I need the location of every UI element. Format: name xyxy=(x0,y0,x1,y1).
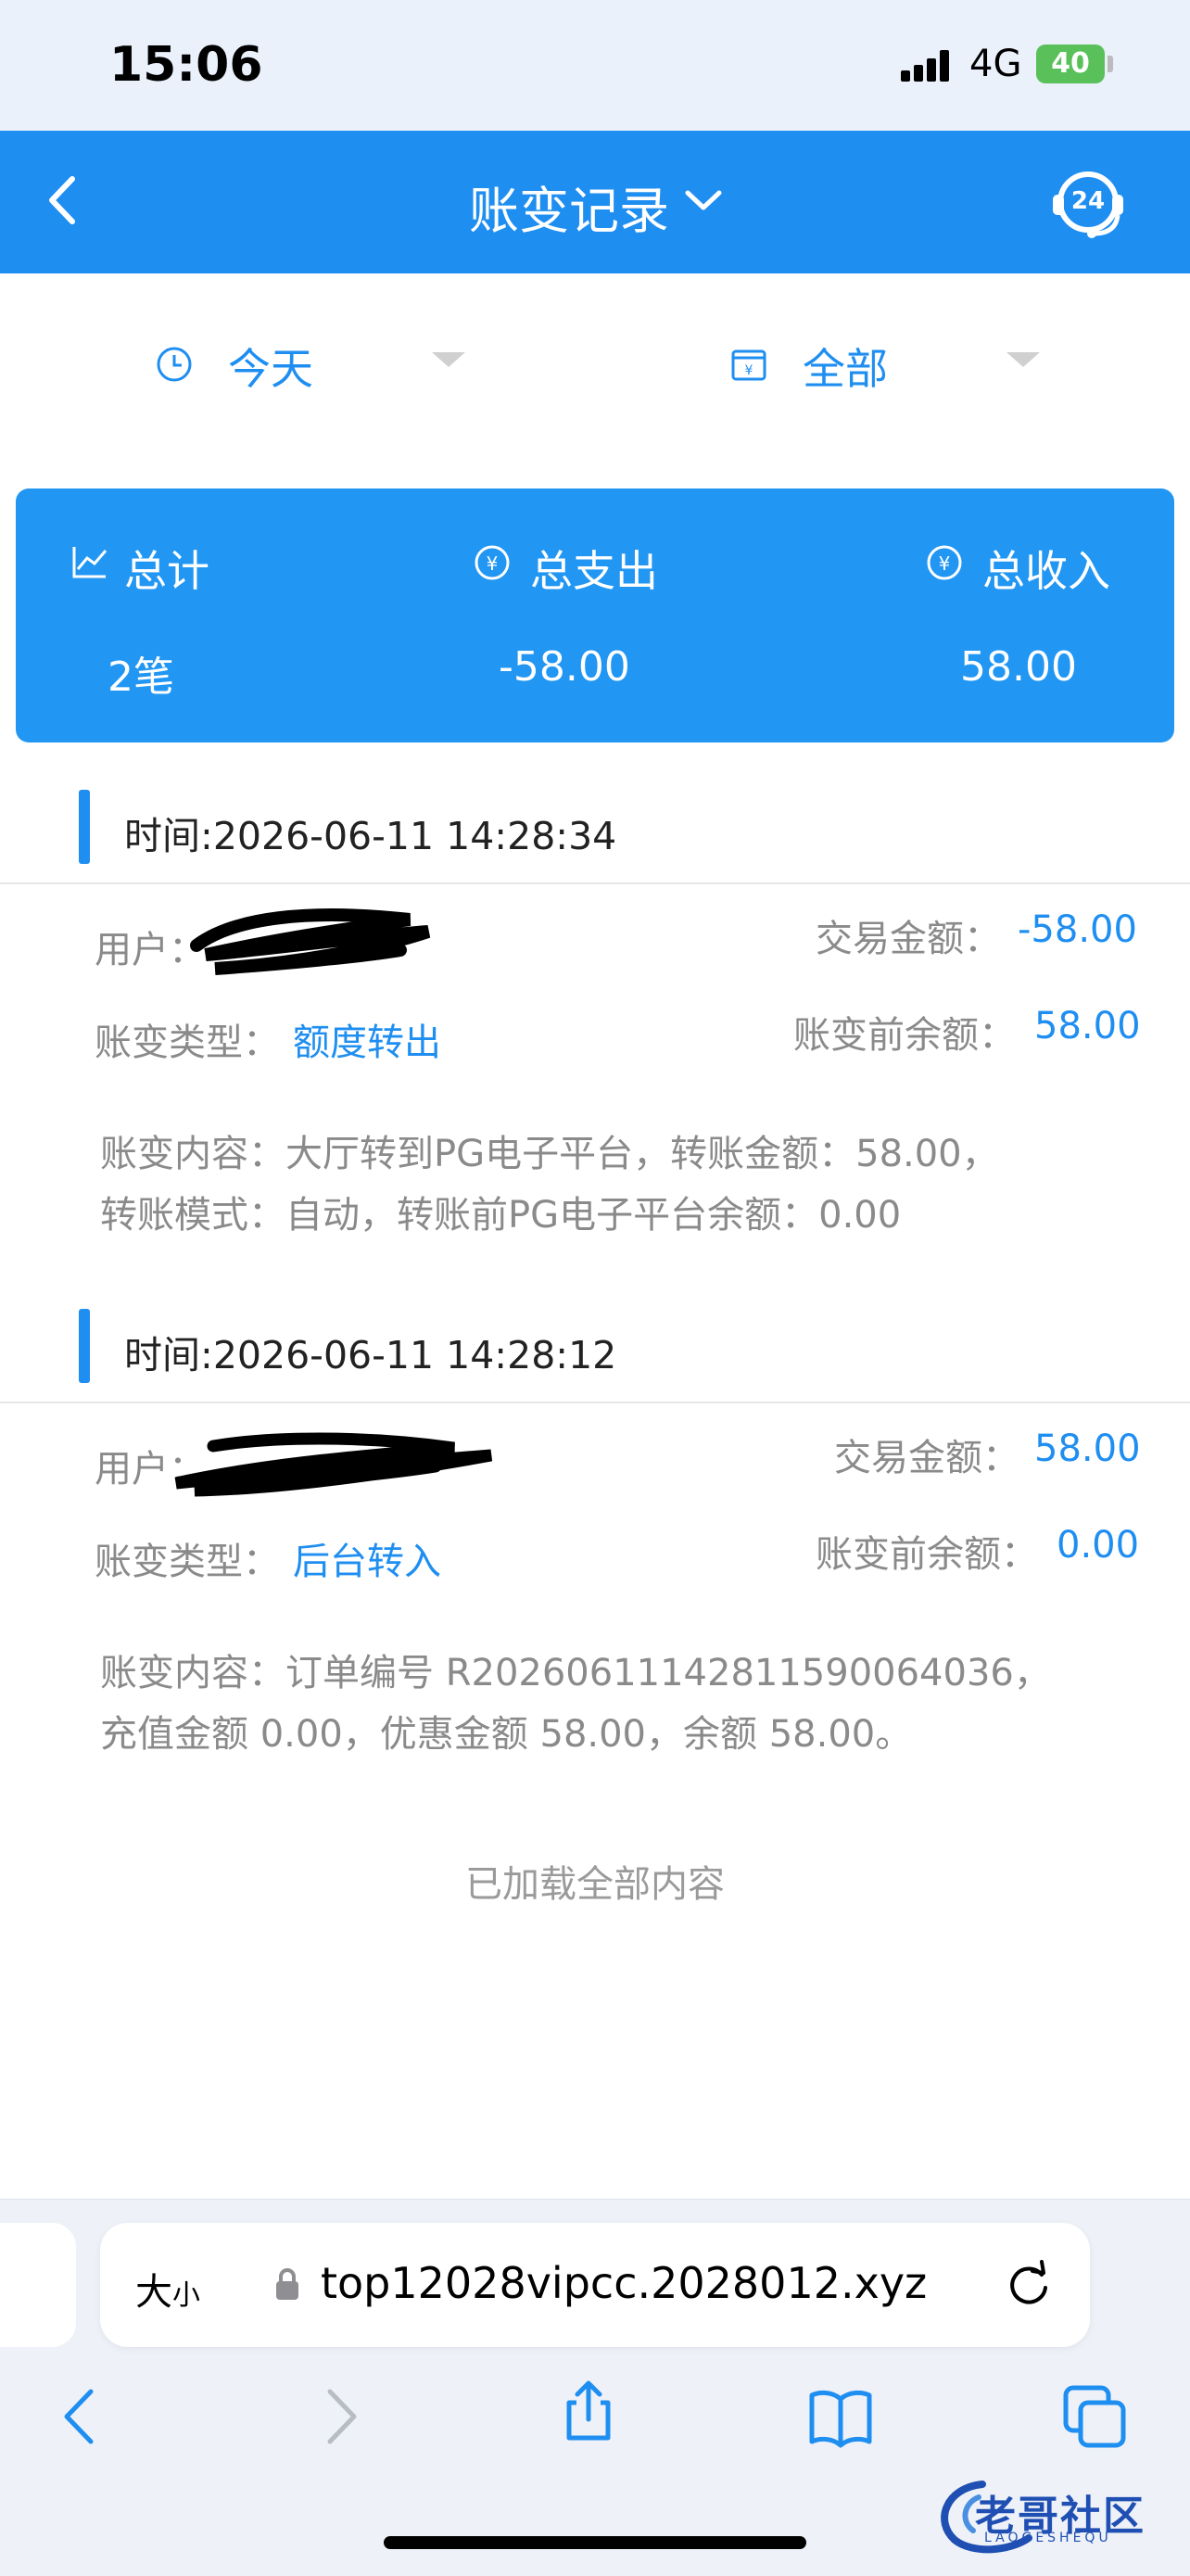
browser-forward-icon[interactable] xyxy=(308,2384,373,2449)
support-badge: 24 xyxy=(1070,187,1106,215)
battery-tip xyxy=(1108,56,1113,72)
balance-label: 账变前余额： xyxy=(793,1014,1016,1057)
record-accent-bar xyxy=(79,1309,90,1383)
svg-text:¥: ¥ xyxy=(939,552,951,575)
summary-income-value: 58.00 xyxy=(960,643,1077,691)
customer-support-button[interactable]: 24 xyxy=(1047,165,1129,241)
load-complete-text: 已加载全部内容 xyxy=(465,1863,725,1906)
type-filter-label: 全部 xyxy=(803,344,888,394)
yen-circle-icon: ¥ xyxy=(927,545,962,580)
summary-income-label: 总收入 xyxy=(982,546,1110,596)
balance-value: 58.00 xyxy=(1034,1005,1141,1047)
record-content: 账变内容：大厅转到PG电子平台，转账金额：58.00， 转账模式：自动，转账前P… xyxy=(100,1133,999,1237)
summary-expense-label: 总支出 xyxy=(530,546,658,596)
type-value: 额度转出 xyxy=(293,1022,441,1064)
previous-tab-preview[interactable] xyxy=(0,2223,76,2347)
amount-value: -58.00 xyxy=(1018,908,1137,951)
redacted-user-scribble xyxy=(174,1432,493,1497)
type-value: 后台转入 xyxy=(293,1541,441,1583)
summary-card xyxy=(16,489,1174,742)
summary-total-label: 总计 xyxy=(124,546,209,596)
redacted-user-scribble xyxy=(190,908,431,975)
bookmarks-icon[interactable] xyxy=(808,2384,873,2449)
lock-icon xyxy=(276,2268,298,2300)
summary-total-value: 2笔 xyxy=(108,654,174,701)
svg-text:¥: ¥ xyxy=(745,363,753,378)
browser-back-icon[interactable] xyxy=(48,2384,113,2449)
divider xyxy=(0,1402,1190,1403)
tabs-icon[interactable] xyxy=(1062,2384,1127,2449)
network-type: 4G xyxy=(969,43,1022,85)
balance-value: 0.00 xyxy=(1057,1524,1140,1567)
amount-value: 58.00 xyxy=(1034,1428,1141,1470)
balance-label: 账变前余额： xyxy=(816,1533,1038,1576)
chevron-down-icon[interactable] xyxy=(680,182,727,219)
record-content: 账变内容：订单编号 R202606111428115900640​36， 充值金… xyxy=(100,1652,1051,1756)
text-size-button[interactable]: 大小 xyxy=(135,2262,200,2316)
watermark-subtext: LAOGESHEQU xyxy=(984,2531,1112,2545)
date-filter-label: 今天 xyxy=(228,344,313,394)
url-text[interactable]: top12028vipcc.2028012.xyz xyxy=(321,2258,927,2308)
summary-expense-value: -58.00 xyxy=(499,643,630,691)
caret-down-icon xyxy=(432,352,465,367)
home-indicator xyxy=(384,2536,806,2549)
battery-icon: 40 xyxy=(1036,44,1105,83)
record-time: 时间:2026-06-11 14:28:12 xyxy=(124,1333,617,1377)
amount-label: 交易金额： xyxy=(816,918,1001,960)
page-title[interactable]: 账变记录 xyxy=(0,170,1190,243)
type-label: 账变类型： xyxy=(95,1022,280,1064)
share-icon[interactable] xyxy=(556,2379,621,2443)
clock-icon xyxy=(157,347,192,382)
type-label: 账变类型： xyxy=(95,1541,280,1583)
amount-label: 交易金额： xyxy=(834,1437,1019,1479)
trend-chart-icon xyxy=(72,547,108,578)
divider xyxy=(0,882,1190,884)
record-accent-bar xyxy=(79,790,90,864)
calendar-yen-icon: ¥ xyxy=(731,349,766,381)
yen-circle-icon: ¥ xyxy=(475,545,510,580)
caret-down-icon xyxy=(1006,352,1040,367)
reload-icon[interactable] xyxy=(1001,2258,1057,2314)
record-time: 时间:2026-06-11 14:28:34 xyxy=(124,814,617,858)
signal-icon xyxy=(901,50,956,82)
svg-text:¥: ¥ xyxy=(487,552,499,575)
status-time: 15:06 xyxy=(109,37,263,93)
